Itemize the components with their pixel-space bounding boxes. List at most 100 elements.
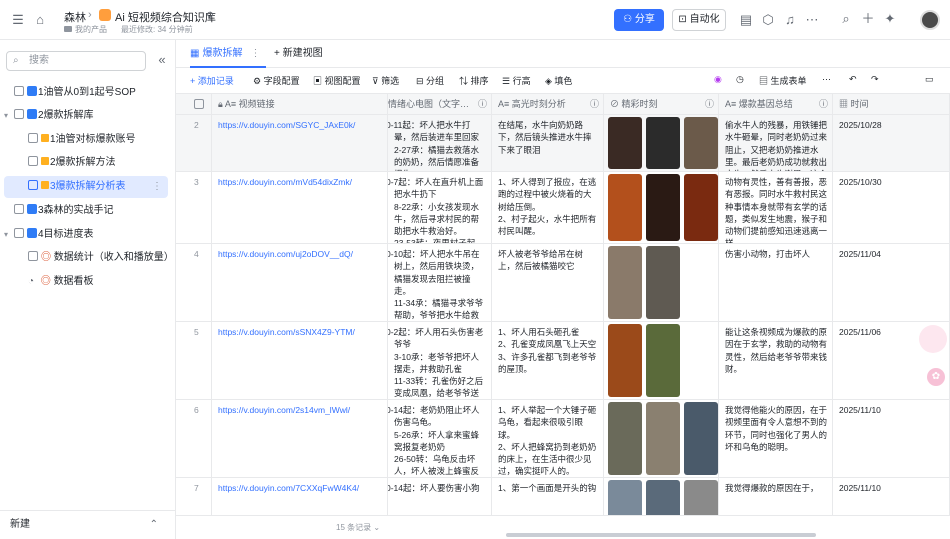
link-text[interactable]: https://v.douyin.com/SGYC_JAxE0k/	[218, 120, 355, 130]
ai-icon[interactable]: ◉	[714, 74, 722, 85]
link-text[interactable]: https://v.douyin.com/7CXXqFwW4K4/	[218, 483, 359, 493]
video-thumbnail[interactable]	[684, 174, 718, 241]
link-cell[interactable]: https://v.douyin.com/sSNX4Z9-YTM/	[212, 322, 388, 400]
date-cell: 2025/10/30	[833, 172, 950, 244]
column-header-highlight[interactable]: A≡ 高光时刻分析 ⓘ	[492, 94, 604, 115]
search-input[interactable]: ⌕ 搜索	[6, 51, 146, 71]
column-header-gene[interactable]: A≡ 爆款基因总结 ⓘ	[719, 94, 833, 115]
assistant-avatar[interactable]	[919, 325, 947, 353]
sidebar-item-analysis-table[interactable]: 3爆款拆解分析表 ⋮	[4, 176, 168, 198]
plus-icon: +	[274, 48, 283, 59]
sort-button[interactable]: ⇅ 排序	[459, 74, 489, 87]
video-thumbnail[interactable]	[684, 402, 718, 475]
video-thumbnail[interactable]	[608, 246, 642, 319]
sidebar-item-viral-library[interactable]: ▾ 2爆款拆解库	[4, 105, 168, 127]
link-text[interactable]: https://v.douyin.com/mVd54dixZmk/	[218, 177, 352, 187]
group-icon: ⊟	[416, 76, 427, 86]
share-icon: ⚇	[623, 14, 635, 25]
video-thumbnail[interactable]	[684, 117, 718, 169]
tab-viral-breakdown[interactable]: ▦ 爆款拆解 ⋮	[190, 40, 267, 68]
column-header-link[interactable]: 🔒︎ A≡ 视频链接	[212, 94, 388, 115]
field-config-button[interactable]: ⚙ 字段配置	[253, 74, 300, 87]
column-header-label: 情绪心电图（文字…	[388, 99, 470, 109]
doc-icon	[14, 204, 24, 214]
new-button[interactable]: 新建 ⌃	[0, 510, 176, 539]
sidebar-item-sop[interactable]: 1油管从0到1起号SOP	[4, 82, 168, 104]
emotion-cell: 0-11起：坏人把水牛打晕，然后装进车里回家 2-27承：橘猫去救落水的奶奶，然…	[388, 115, 492, 172]
video-thumbnail[interactable]	[646, 402, 680, 475]
doc-title[interactable]: Ai 短视频综合知识库	[115, 9, 216, 25]
sidebar-item-dashboard[interactable]: ◔ ◎ 数据看板	[4, 271, 168, 293]
sidebar-item-breakdown-method[interactable]: 2爆款拆解方法	[4, 152, 168, 174]
history-icon[interactable]: ◷	[736, 74, 744, 85]
video-thumbnail[interactable]	[608, 174, 642, 241]
column-header-moments[interactable]: ⊘ 精彩时刻 ⓘ	[604, 94, 719, 115]
comment-icon[interactable]: ▭	[925, 74, 934, 85]
collapse-sidebar-icon[interactable]: «	[154, 53, 170, 67]
more-icon[interactable]: ⋯	[804, 13, 820, 27]
sort-icon: ⇅	[459, 76, 471, 86]
document-icon[interactable]: ▤	[738, 13, 754, 27]
fill-color-button[interactable]: ◈ 填色	[545, 74, 572, 87]
doc-location[interactable]: 我的产品	[75, 24, 107, 35]
plugin-icon[interactable]: ⬡	[760, 13, 776, 27]
view-config-button[interactable]: ▣ 视图配置	[313, 74, 361, 87]
info-icon[interactable]: ⓘ	[590, 94, 599, 114]
video-thumbnail[interactable]	[608, 324, 642, 397]
undo-icon[interactable]: ↶	[849, 74, 857, 85]
breadcrumb-root[interactable]: 森林	[64, 9, 86, 25]
ai-sparkle-icon[interactable]: ✦	[882, 12, 898, 26]
automation-button[interactable]: ⊡ 自动化	[672, 9, 726, 31]
add-record-button[interactable]: + 添加记录	[190, 74, 234, 87]
new-view-button[interactable]: + 新建视图	[274, 40, 323, 68]
tab-more-icon[interactable]: ⋮	[250, 48, 260, 59]
video-thumbnail[interactable]	[608, 402, 642, 475]
avatar[interactable]	[920, 10, 940, 30]
redo-icon[interactable]: ↷	[871, 74, 879, 85]
highlight-text: 在结尾，水牛向奶奶路下，然后镜头推进水牛摔下来了眼泪	[498, 120, 592, 155]
video-thumbnail[interactable]	[646, 174, 680, 241]
select-all-checkbox[interactable]	[194, 99, 204, 109]
horizontal-scrollbar[interactable]	[506, 533, 816, 537]
expand-icon[interactable]: ▾	[4, 224, 14, 246]
search-icon[interactable]: ⌕	[838, 12, 854, 26]
emotion-text: 0-7起：坏人在直升机上面把水牛扔下 8-22承：小女孩发现水牛，然后寻求村民的…	[388, 177, 484, 244]
column-header-emotion[interactable]: 情绪心电图（文字… ⓘ	[388, 94, 492, 115]
link-cell[interactable]: https://v.douyin.com/2s14vm_lWwl/	[212, 400, 388, 478]
bell-icon[interactable]: ♫	[782, 13, 798, 27]
link-cell[interactable]: https://v.douyin.com/SGYC_JAxE0k/	[212, 115, 388, 172]
video-thumbnail[interactable]	[608, 117, 642, 169]
expand-icon[interactable]: ▾	[4, 105, 14, 127]
link-text[interactable]: https://v.douyin.com/sSNX4Z9-YTM/	[218, 327, 355, 337]
link-text[interactable]: https://v.douyin.com/uj2oDOV__dQ/	[218, 249, 353, 259]
add-icon[interactable]: ＋	[860, 12, 876, 26]
info-icon[interactable]: ⓘ	[819, 94, 828, 114]
video-thumbnail[interactable]	[646, 324, 680, 397]
pin-icon[interactable]: ⚲	[202, 10, 218, 24]
table-icon	[28, 251, 38, 261]
help-bot-icon[interactable]: ✿	[927, 368, 945, 386]
link-text[interactable]: https://v.douyin.com/2s14vm_lWwl/	[218, 405, 350, 415]
filter-button[interactable]: ⊽ 筛选	[372, 74, 399, 87]
home-icon[interactable]: ⌂	[32, 13, 48, 27]
num-text: 5	[194, 327, 199, 337]
sidebar-item-data-stats[interactable]: ◎ 数据统计（收入和播放量）	[4, 247, 174, 269]
generate-form-button[interactable]: ▤ 生成表单	[759, 74, 807, 87]
sidebar-item-field-notes[interactable]: 3森林的实战手记	[4, 200, 168, 222]
more-icon[interactable]: ⋯	[822, 74, 831, 85]
column-header-time[interactable]: ▦ 时间	[833, 94, 950, 115]
link-cell[interactable]: https://v.douyin.com/uj2oDOV__dQ/	[212, 244, 388, 322]
sidebar-toggle-icon[interactable]: ☰	[10, 13, 26, 27]
select-all-header[interactable]	[176, 94, 212, 115]
item-more-icon[interactable]: ⋮	[152, 176, 162, 198]
video-thumbnail[interactable]	[646, 117, 680, 169]
video-thumbnail[interactable]	[646, 246, 680, 319]
share-button[interactable]: ⚇ 分享	[614, 9, 664, 31]
group-button[interactable]: ⊟ 分组	[416, 74, 444, 87]
info-icon[interactable]: ⓘ	[705, 94, 714, 114]
sidebar-item-progress[interactable]: ▾ 4目标进度表	[4, 224, 168, 246]
row-height-button[interactable]: ☰ 行高	[502, 74, 531, 87]
info-icon[interactable]: ⓘ	[478, 94, 487, 114]
link-cell[interactable]: https://v.douyin.com/mVd54dixZmk/	[212, 172, 388, 244]
sidebar-item-benchmark-accounts[interactable]: 1油管对标爆款账号	[4, 129, 168, 151]
